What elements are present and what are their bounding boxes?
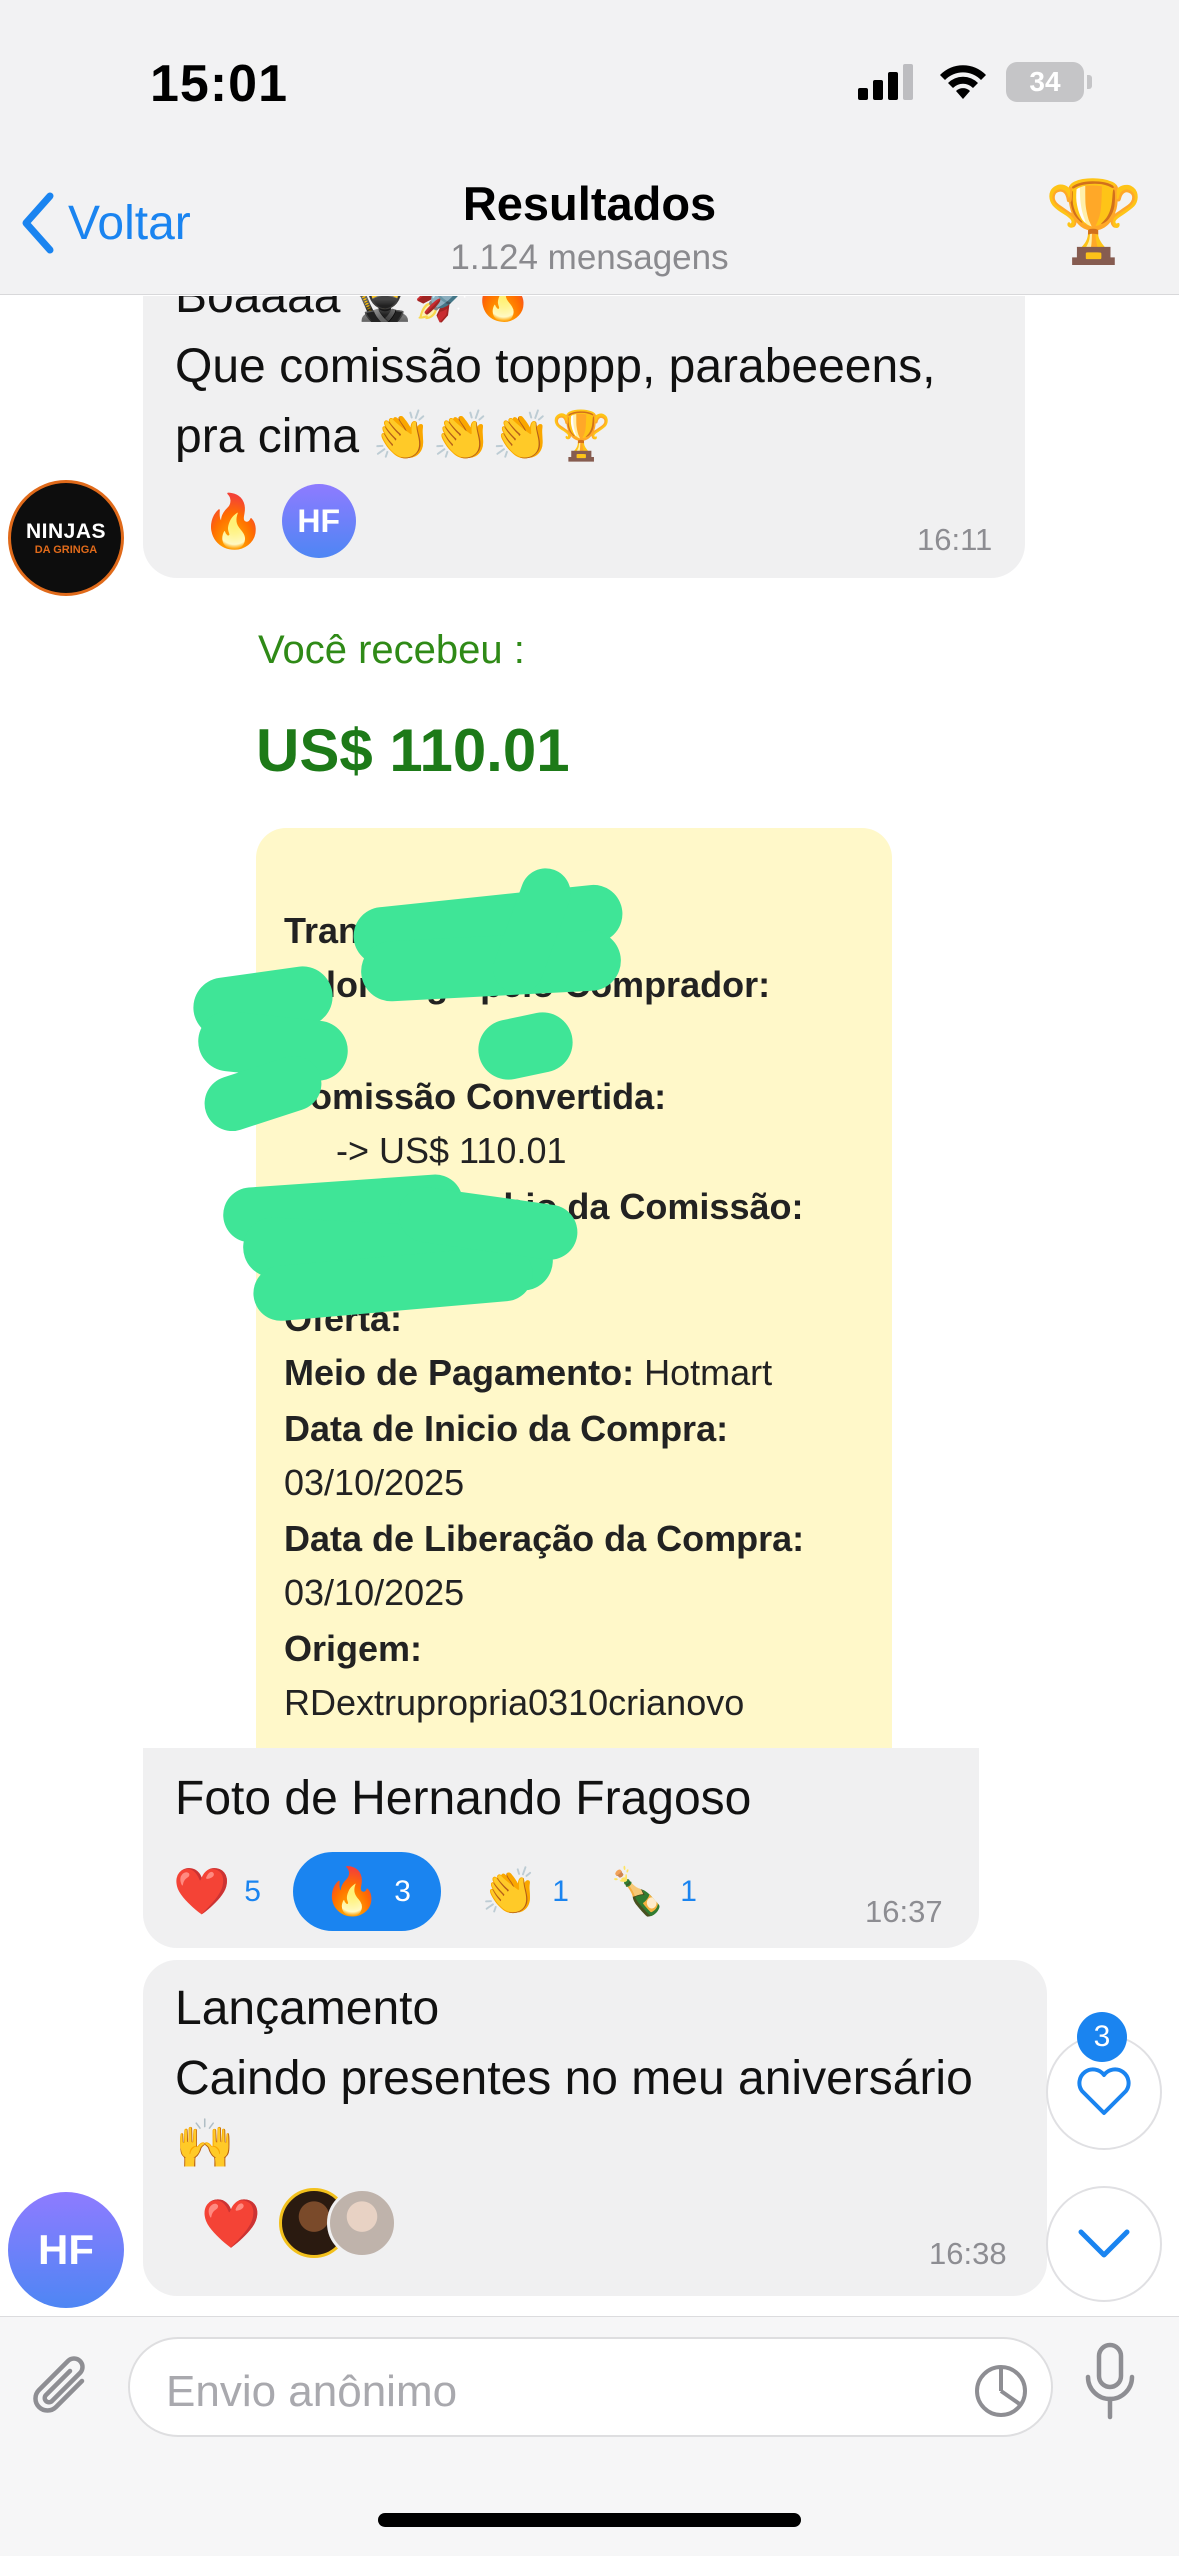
reaction-heart[interactable]: ❤️ [201, 2195, 261, 2252]
message-text-line: Boaaaa 🥷🚀🔥 [175, 296, 534, 323]
avatar-logo-text: NINJAS [25, 520, 107, 543]
unread-reactions-badge: 3 [1077, 2012, 1127, 2062]
battery-level: 34 [1029, 66, 1061, 97]
battery-icon: 34 [1006, 62, 1092, 102]
status-time: 15:01 [150, 55, 288, 113]
avatar-logo-subtext: DA GRINGA [34, 544, 98, 556]
reaction-clap[interactable]: 👏 1 [481, 1864, 569, 1919]
reaction-champagne[interactable]: 🍾 1 [609, 1864, 697, 1919]
home-indicator [378, 2513, 801, 2527]
message-text-line: pra cima 👏👏👏🏆 [175, 410, 612, 463]
heart-outline-icon [1077, 2067, 1131, 2115]
status-bar: 15:01 34 [0, 0, 1179, 170]
cellular-signal-icon [858, 64, 913, 100]
trophy-avatar-icon[interactable]: 🏆 [1044, 182, 1144, 262]
message-input[interactable]: Envio anônimo [128, 2337, 1053, 2437]
reaction-row: ❤️ 5 🔥 3 👏 1 🍾 1 [173, 1852, 697, 1931]
receipt-line: Data de Liberação da Compra: [284, 1518, 805, 1559]
receipt-line: 03/10/2025 [284, 1572, 465, 1613]
input-placeholder: Envio anônimo [166, 2367, 458, 2416]
receipt-line: Meio de Pagamento: Hotmart [284, 1352, 773, 1393]
status-icons: 34 [858, 62, 1092, 102]
receipt-line: 03/10/2025 [284, 1462, 465, 1503]
reaction-row: 🔥 HF [201, 484, 356, 558]
chat-title[interactable]: Resultados [0, 176, 1179, 231]
reactor-avatar [326, 2188, 397, 2258]
message-text-line: 🙌 [175, 2118, 235, 2171]
sender-avatar-ninjas[interactable]: NINJAS DA GRINGA [8, 480, 124, 596]
message-time: 16:11 [917, 522, 993, 557]
receipt-line: Origem: [284, 1628, 423, 1669]
photo-caption: Foto de Hernando Fragoso [175, 1772, 752, 1825]
receipt-amount: US$ 110.01 [256, 717, 570, 784]
message-text-line: Caindo presentes no meu aniversário [175, 2052, 973, 2105]
message-count: 1.124 mensagens [450, 238, 729, 277]
sender-avatar[interactable]: HF [8, 2192, 124, 2308]
reaction-fire-selected[interactable]: 🔥 3 [292, 1852, 441, 1931]
reaction-heart[interactable]: ❤️ 5 [173, 1864, 261, 1919]
message-text-line: Que comissão topppp, parabeeens, [175, 340, 936, 393]
photo-caption-bubble[interactable]: Foto de Hernando Fragoso ❤️ 5 🔥 3 👏 1 🍾 1 16… [143, 1748, 979, 1948]
wifi-icon [940, 65, 986, 99]
timer-icon[interactable] [973, 2363, 1029, 2419]
message-bubble[interactable]: Lançamento Caindo presentes no meu anive… [143, 1960, 1047, 2296]
receipt-line: RDextrupropria0310crianovo [284, 1682, 745, 1723]
reaction-fire[interactable]: 🔥 [201, 491, 266, 552]
receipt-received-label: Você recebeu : [258, 628, 525, 672]
nav-header: Voltar Resultados 1.124 mensagens 🏆 [0, 170, 1179, 295]
chevron-down-icon [1078, 2229, 1130, 2258]
microphone-icon[interactable] [1080, 2341, 1140, 2429]
receipt-line: -> US$ 110.01 [336, 1130, 567, 1171]
receipt-line: Data de Inicio da Compra: [284, 1408, 729, 1449]
message-time: 16:38 [929, 2236, 1007, 2271]
input-bar: Envio anônimo [0, 2316, 1179, 2556]
scroll-to-bottom-button[interactable] [1046, 2186, 1162, 2302]
reaction-row: ❤️ [201, 2188, 397, 2258]
attach-paperclip-icon[interactable] [30, 2351, 98, 2427]
message-text-line: Lançamento [175, 1982, 440, 2035]
message-list[interactable]: Boaaaa 🥷🚀🔥 Que comissão topppp, parabeee… [0, 296, 1179, 2316]
message-time: 16:37 [865, 1894, 943, 1929]
reactor-avatar: HF [281, 484, 356, 558]
message-bubble[interactable]: Boaaaa 🥷🚀🔥 Que comissão topppp, parabeee… [143, 296, 1025, 578]
receipt-line: Comissão Convertida: [284, 1076, 667, 1117]
